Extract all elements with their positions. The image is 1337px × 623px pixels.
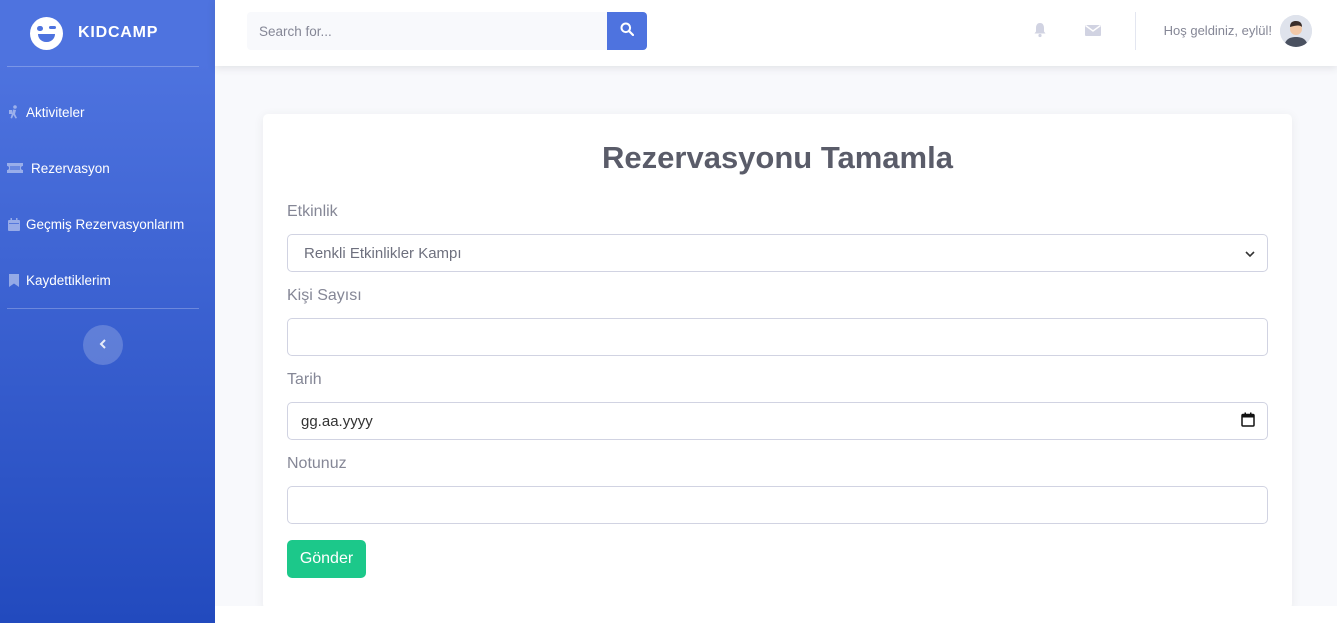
brand-name: KIDCAMP bbox=[78, 24, 159, 41]
bell-icon[interactable] bbox=[1032, 22, 1050, 40]
topbar: Hoş geldiniz, eylül! bbox=[215, 0, 1337, 66]
date-input-value: gg.aa.yyyy bbox=[301, 412, 373, 430]
field-group-activity: Etkinlik Renkli Etkinlikler Kampı bbox=[287, 202, 1268, 272]
sidebar-item-kaydettiklerim[interactable]: Kaydettiklerim bbox=[0, 252, 215, 308]
sidebar-divider bbox=[7, 308, 199, 309]
sidebar-item-gecmis-rezervasyonlarim[interactable]: Geçmiş Rezervasyonlarım bbox=[0, 196, 215, 252]
bookmark-icon bbox=[7, 273, 21, 287]
submit-button[interactable]: Gönder bbox=[287, 540, 366, 578]
search-icon bbox=[620, 22, 635, 41]
activity-select[interactable]: Renkli Etkinlikler Kampı bbox=[287, 234, 1268, 272]
envelope-icon[interactable] bbox=[1084, 22, 1102, 40]
sidebar-toggle-button[interactable] bbox=[83, 325, 123, 365]
reservation-card: Rezervasyonu Tamamla Etkinlik Renkli Etk… bbox=[263, 114, 1292, 609]
reservation-form: Etkinlik Renkli Etkinlikler Kampı Kişi S… bbox=[287, 202, 1268, 578]
search-bar bbox=[247, 12, 647, 50]
sidebar-item-aktiviteler[interactable]: Aktiviteler bbox=[0, 84, 215, 140]
page-title: Rezervasyonu Tamamla bbox=[602, 140, 953, 175]
field-group-people: Kişi Sayısı bbox=[287, 286, 1268, 356]
chevron-down-icon bbox=[1245, 245, 1255, 262]
people-count-input[interactable] bbox=[287, 318, 1268, 356]
field-group-date: Tarih gg.aa.yyyy bbox=[287, 370, 1268, 440]
sidebar-item-label: Kaydettiklerim bbox=[26, 272, 111, 288]
activity-select-value: Renkli Etkinlikler Kampı bbox=[304, 244, 462, 262]
search-button[interactable] bbox=[607, 12, 647, 50]
field-group-note: Notunuz bbox=[287, 454, 1268, 524]
search-input[interactable] bbox=[247, 12, 607, 50]
winking-face-icon bbox=[30, 16, 63, 50]
people-label: Kişi Sayısı bbox=[287, 287, 362, 304]
sidebar-item-label: Geçmiş Rezervasyonlarım bbox=[26, 216, 185, 232]
user-avatar[interactable] bbox=[1280, 15, 1312, 47]
chevron-left-icon bbox=[99, 336, 107, 354]
ticket-icon bbox=[7, 162, 23, 175]
calendar-icon bbox=[7, 217, 21, 231]
sidebar-item-label: Rezervasyon bbox=[31, 160, 110, 176]
sidebar-item-label: Aktiviteler bbox=[26, 104, 85, 120]
footer-strip bbox=[215, 606, 1337, 623]
user-greeting[interactable]: Hoş geldiniz, eylül! bbox=[1164, 23, 1272, 38]
hiking-icon bbox=[7, 105, 21, 119]
sidebar: KIDCAMP Aktiviteler Rezervasyon Geçmiş R… bbox=[0, 0, 215, 623]
date-input[interactable]: gg.aa.yyyy bbox=[287, 402, 1268, 440]
activity-label: Etkinlik bbox=[287, 203, 338, 220]
note-input[interactable] bbox=[287, 486, 1268, 524]
sidebar-nav: Aktiviteler Rezervasyon Geçmiş Rezervasy… bbox=[0, 67, 215, 308]
calendar-icon[interactable] bbox=[1241, 412, 1255, 431]
date-label: Tarih bbox=[287, 371, 322, 388]
note-label: Notunuz bbox=[287, 455, 347, 472]
brand[interactable]: KIDCAMP bbox=[0, 0, 215, 66]
sidebar-item-rezervasyon[interactable]: Rezervasyon bbox=[0, 140, 215, 196]
topbar-divider bbox=[1135, 12, 1136, 50]
